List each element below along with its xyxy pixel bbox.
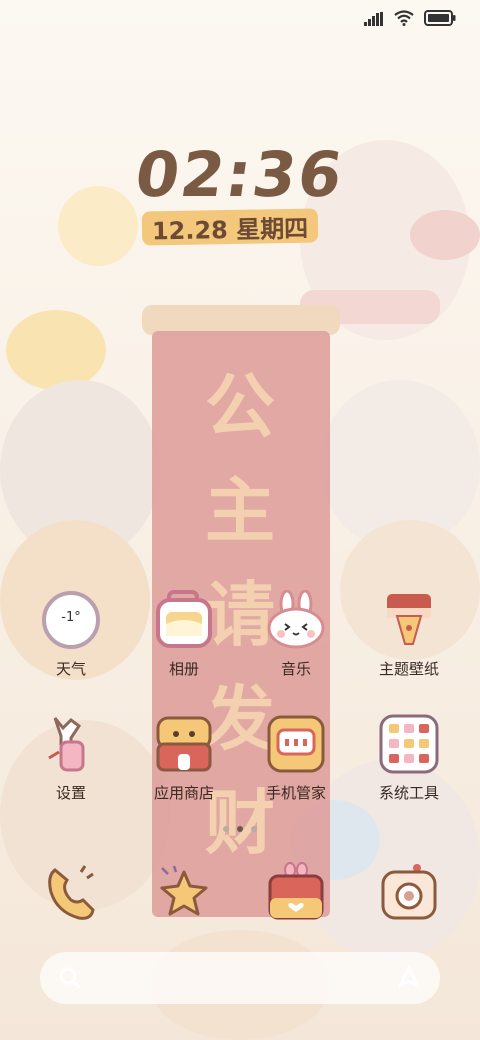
app-label: 应用商店	[153, 784, 214, 802]
camera-icon	[379, 862, 439, 922]
app-gallery[interactable]: 相册	[128, 590, 240, 702]
weather-icon: -1°	[41, 590, 101, 650]
search-bar[interactable]	[40, 952, 440, 1004]
app-label: 相册	[168, 660, 199, 678]
folder-system-tools[interactable]: 系统工具	[353, 714, 465, 826]
app-settings[interactable]: 设置	[15, 714, 127, 826]
battery-icon	[424, 10, 456, 30]
app-store[interactable]: 应用商店	[128, 714, 240, 826]
app-themes[interactable]: 主题壁纸	[353, 590, 465, 702]
status-bar	[364, 8, 456, 32]
search-icon[interactable]	[58, 966, 82, 994]
clock-widget[interactable]: 02:36	[0, 138, 480, 211]
app-security[interactable]: 手机管家	[240, 714, 352, 826]
clock-time: 02:36	[131, 138, 349, 211]
app-label: 天气	[55, 660, 86, 678]
weather-temp: -1°	[61, 610, 81, 625]
signal-icon	[364, 11, 384, 30]
settings-icon	[41, 714, 101, 774]
tools-folder-icon	[379, 714, 439, 774]
app-label: 主题壁纸	[378, 660, 439, 678]
themes-icon	[379, 590, 439, 650]
page-dot	[223, 826, 229, 832]
phone-icon	[41, 862, 101, 922]
favorites-icon	[154, 862, 214, 922]
app-weather[interactable]: -1° 天气	[15, 590, 127, 702]
app-label: 系统工具	[378, 784, 439, 802]
wifi-icon	[394, 10, 414, 30]
music-icon	[266, 589, 326, 650]
security-icon	[266, 714, 326, 774]
app-label: 手机管家	[265, 784, 326, 802]
messages-icon	[266, 862, 326, 922]
app-music[interactable]: 音乐	[240, 589, 352, 702]
clock-date: 12.28 星期四	[141, 208, 319, 246]
page-indicator[interactable]	[0, 826, 480, 832]
assistant-icon[interactable]	[396, 964, 422, 994]
app-store-icon	[154, 714, 214, 774]
app-label: 音乐	[280, 660, 311, 678]
gallery-icon	[154, 590, 214, 650]
app-label: 设置	[55, 784, 86, 802]
page-dot	[251, 826, 257, 832]
page-dot-active	[237, 826, 243, 832]
